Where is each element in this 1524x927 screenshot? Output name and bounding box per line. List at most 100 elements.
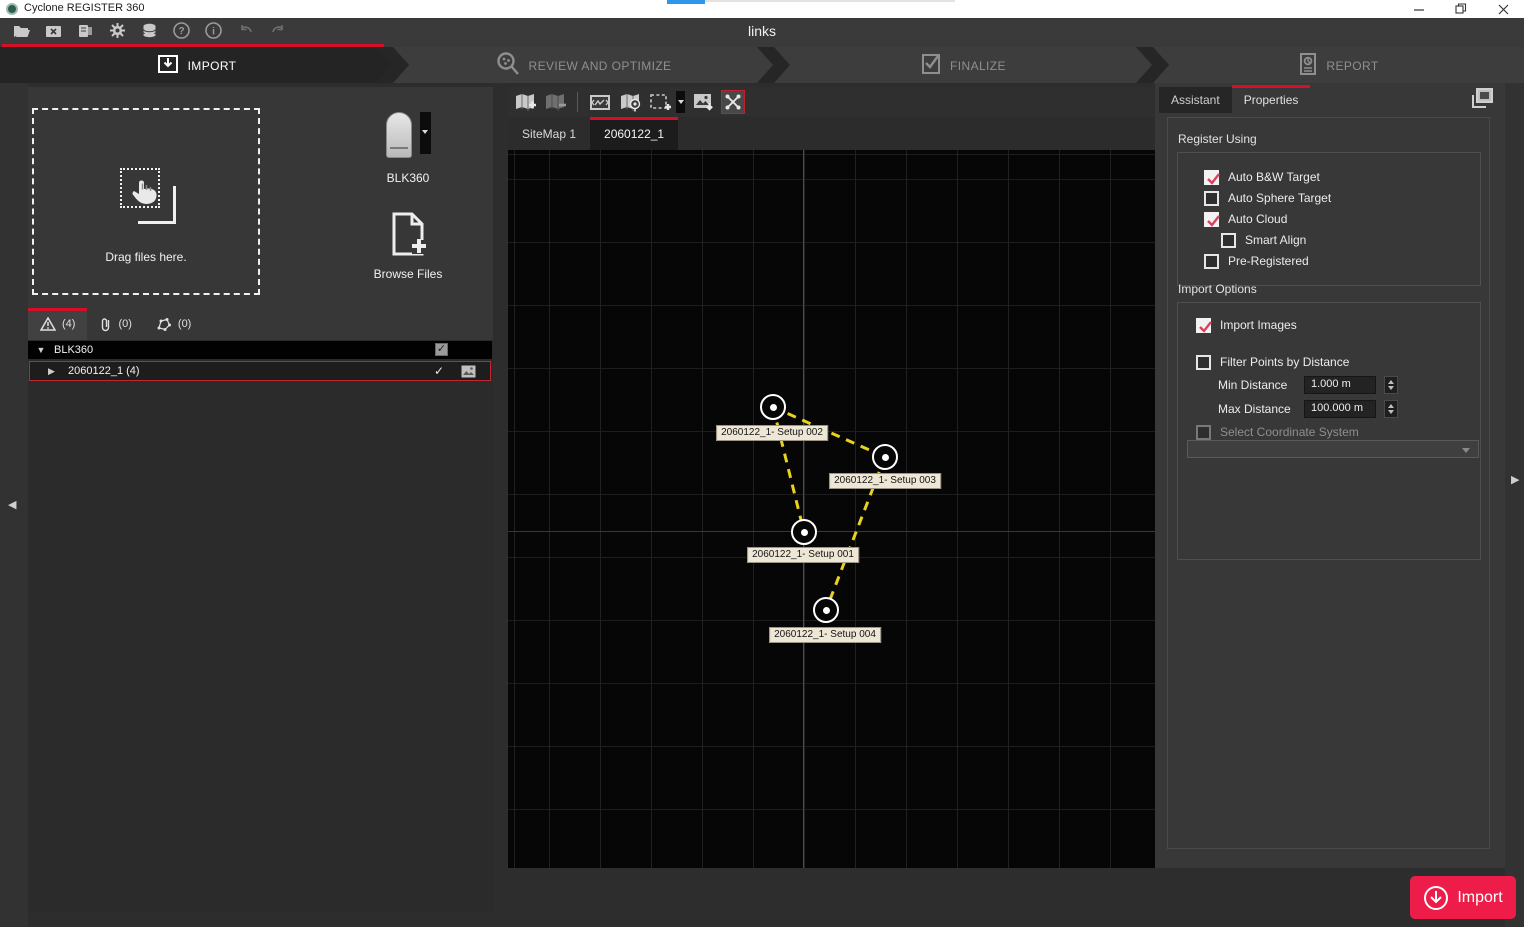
tab-properties[interactable]: Properties (1232, 87, 1311, 113)
caret-down-icon[interactable]: ▼ (28, 345, 54, 355)
checkbox-unchecked-icon[interactable] (1204, 191, 1219, 206)
finalize-clipboard-icon (920, 52, 942, 79)
tab-assistant[interactable]: Assistant (1159, 87, 1232, 113)
option-label: Auto Sphere Target (1228, 191, 1331, 205)
stage-review-and-optimize[interactable]: REVIEW AND OPTIMIZE (393, 47, 773, 83)
option-pre-registered[interactable]: Pre-Registered (1204, 253, 1309, 269)
sitemap-canvas[interactable]: 2060122_1- Setup 002 2060122_1- Setup 00… (508, 150, 1155, 868)
checkbox-checked-icon[interactable] (1204, 170, 1219, 185)
setup-label-001[interactable]: 2060122_1- Setup 001 (747, 547, 859, 563)
setup-label-002[interactable]: 2060122_1- Setup 002 (716, 425, 828, 441)
tab-2060122-1[interactable]: 2060122_1 (590, 117, 678, 150)
drag-drop-zone[interactable]: Drag files here. (32, 108, 260, 295)
setup-links-layer (508, 150, 1155, 868)
blk360-source[interactable]: BLK360 (328, 112, 488, 185)
project-title: links (0, 23, 1524, 39)
title-bar: Cyclone REGISTER 360 (0, 0, 1524, 18)
setups-cluster-icon (156, 317, 172, 332)
stage-import[interactable]: IMPORT (0, 47, 392, 83)
stage-label: REVIEW AND OPTIMIZE (529, 58, 672, 73)
minimize-button[interactable] (1412, 2, 1426, 16)
option-smart-align[interactable]: Smart Align (1221, 232, 1306, 248)
tree-child-label: 2060122_1 (4) (68, 365, 140, 377)
checkbox-unchecked-icon[interactable] (1196, 355, 1211, 370)
setup-node-001[interactable] (791, 519, 817, 545)
min-distance-stepper[interactable] (1384, 376, 1398, 394)
import-tray-icon (156, 53, 180, 78)
checkbox-checked-icon[interactable] (1204, 212, 1219, 227)
browse-files-button[interactable]: Browse Files (328, 212, 488, 281)
checkbox-disabled-icon[interactable] (1196, 425, 1211, 440)
import-image-icon[interactable] (691, 90, 715, 114)
setup-label-004[interactable]: 2060122_1- Setup 004 (769, 627, 881, 643)
tree-root-checkbox[interactable]: ✓ (435, 343, 448, 356)
sitemap-toolbar (508, 87, 1155, 117)
coordinate-system-dropdown[interactable] (1187, 440, 1479, 458)
setup-label-003[interactable]: 2060122_1- Setup 003 (829, 473, 941, 489)
min-distance-input[interactable]: 1.000 m (1304, 376, 1376, 394)
tab-count: (0) (118, 318, 131, 330)
close-button[interactable] (1496, 2, 1510, 16)
report-document-icon (1298, 52, 1318, 79)
checkbox-checked-icon[interactable] (1196, 318, 1211, 333)
image-pair-icon[interactable] (588, 90, 612, 114)
tab-count: (4) (62, 318, 75, 330)
import-file-tree: ▼ BLK360 ✓ ▶ 2060122_1 (4) ✓ (28, 340, 493, 912)
links-tool-icon[interactable] (721, 90, 745, 114)
map-pin-icon[interactable] (618, 90, 642, 114)
max-distance-label: Max Distance (1218, 402, 1296, 416)
download-circle-icon (1423, 885, 1449, 911)
max-distance-input[interactable]: 100.000 m (1304, 400, 1376, 418)
layout-windows-icon[interactable] (1467, 85, 1497, 111)
import-button[interactable]: Import (1410, 876, 1516, 919)
workflow-bar: IMPORT REVIEW AND OPTIMIZE FINALIZE REPO… (0, 47, 1524, 83)
window-title: Cyclone REGISTER 360 (24, 2, 144, 14)
blk360-dropdown[interactable] (420, 112, 431, 154)
setup-node-002[interactable] (760, 394, 786, 420)
option-auto-cloud[interactable]: Auto Cloud (1204, 211, 1287, 227)
restore-button[interactable] (1454, 2, 1468, 16)
option-label: Auto B&W Target (1228, 170, 1320, 184)
properties-panel: Assistant Properties Register Using Auto… (1155, 83, 1505, 868)
selection-dropdown[interactable] (676, 91, 685, 113)
tab-sitemap-1[interactable]: SiteMap 1 (508, 117, 590, 150)
tree-child-checkmark[interactable]: ✓ (434, 364, 444, 378)
selection-icon[interactable] (648, 90, 672, 114)
option-select-coordinate-system[interactable]: Select Coordinate System (1196, 424, 1359, 440)
background-window-edge (705, 0, 955, 2)
collapse-left-panel-arrow[interactable]: ◀ (8, 498, 16, 511)
expand-right-panel-arrow[interactable]: ▶ (1511, 473, 1519, 486)
import-source-panel: Drag files here. BLK360 Browse Files (4) (28, 87, 493, 912)
max-distance-stepper[interactable] (1384, 400, 1398, 418)
min-distance-row: Min Distance 1.000 m (1218, 376, 1398, 394)
tab-setups-cluster[interactable]: (0) (144, 308, 203, 340)
stage-finalize[interactable]: FINALIZE (774, 47, 1152, 83)
tab-label: Assistant (1171, 93, 1220, 107)
thumbnail-icon[interactable] (461, 365, 476, 381)
option-import-images[interactable]: Import Images (1196, 317, 1297, 333)
tree-row-blk360[interactable]: ▼ BLK360 ✓ (28, 341, 492, 359)
file-plus-icon (388, 212, 428, 256)
option-filter-points[interactable]: Filter Points by Distance (1196, 354, 1349, 370)
remove-sitemap-icon[interactable] (543, 90, 567, 114)
import-button-label: Import (1457, 889, 1502, 907)
caret-right-icon[interactable]: ▶ (48, 366, 68, 377)
tree-root-label: BLK360 (54, 344, 93, 356)
background-window-accent (667, 0, 705, 4)
setup-node-003[interactable] (872, 444, 898, 470)
tree-row-2060122[interactable]: ▶ 2060122_1 (4) ✓ (29, 361, 491, 381)
tab-attachments[interactable]: (0) (87, 308, 143, 340)
tab-warnings[interactable]: (4) (28, 308, 87, 340)
option-auto-sphere-target[interactable]: Auto Sphere Target (1204, 190, 1331, 206)
stage-report[interactable]: REPORT (1153, 47, 1524, 83)
checkbox-unchecked-icon[interactable] (1221, 233, 1236, 248)
checkbox-unchecked-icon[interactable] (1204, 254, 1219, 269)
option-auto-bw-target[interactable]: Auto B&W Target (1204, 169, 1320, 185)
min-distance-label: Min Distance (1218, 378, 1296, 392)
register-using-group: Auto B&W Target Auto Sphere Target Auto … (1177, 152, 1481, 286)
register-using-title: Register Using (1178, 132, 1257, 146)
stage-label: REPORT (1326, 58, 1378, 73)
setup-node-004[interactable] (813, 597, 839, 623)
option-label: Select Coordinate System (1220, 425, 1359, 439)
add-sitemap-icon[interactable] (513, 90, 537, 114)
